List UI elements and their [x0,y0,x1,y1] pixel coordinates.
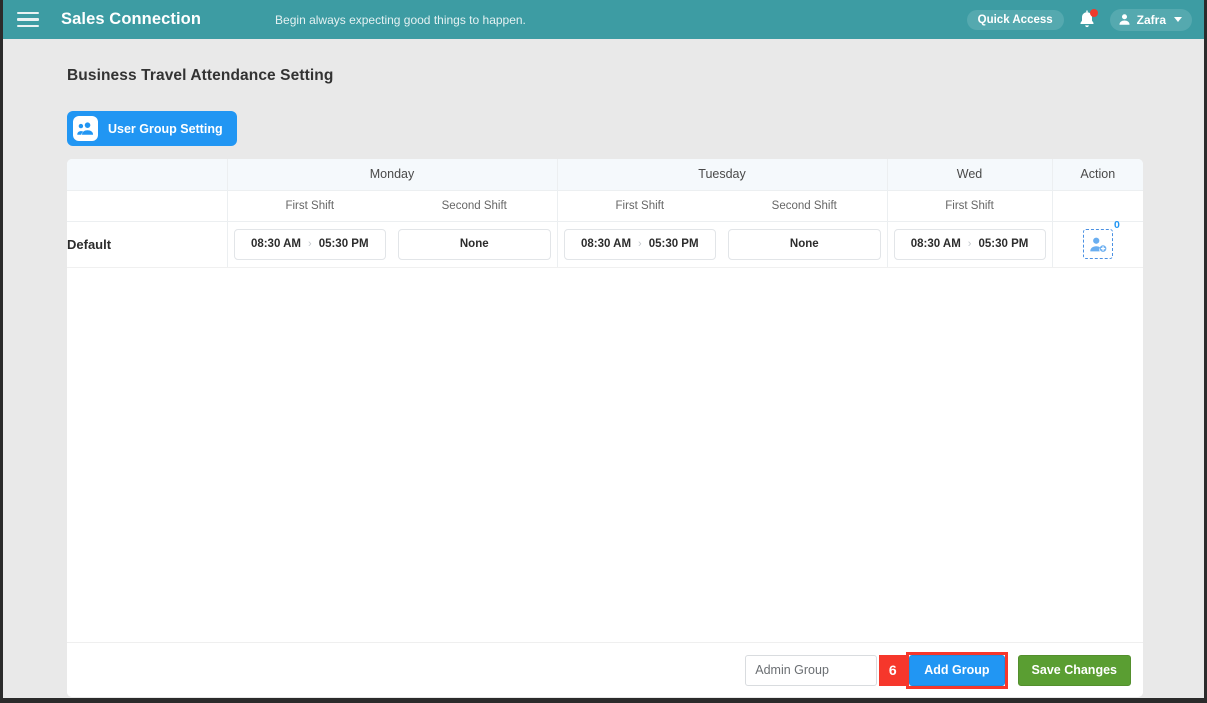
page-title: Business Travel Attendance Setting [67,67,334,84]
person-icon [1119,14,1130,25]
range-separator-icon: › [308,238,312,250]
time-range-box[interactable]: 08:30 AM › 05:30 PM [233,228,386,260]
top-navigation-bar: Sales Connection Begin always expecting … [3,0,1204,39]
hamburger-icon[interactable] [17,11,39,29]
time-range-box[interactable]: 08:30 AM › 05:30 PM [563,228,717,260]
quick-access-button[interactable]: Quick Access [966,9,1064,30]
table-day-header-row: Monday Tuesday Wed Action [67,159,1143,191]
shift-header-tue-first: First Shift [556,190,723,222]
time-none-box[interactable]: None [398,228,551,260]
page-content: Business Travel Attendance Setting User … [3,39,1204,698]
day-header-wednesday: Wed [886,159,1053,191]
step-marker-badge: 6 [879,654,907,686]
range-separator-icon: › [638,238,642,250]
day-header-action: Action [1051,159,1143,191]
day-header-blank [67,159,227,191]
save-changes-button[interactable]: Save Changes [1017,654,1131,686]
shift-header-blank [67,190,227,222]
shift-cell-tue-first[interactable]: 08:30 AM › 05:30 PM [556,221,723,268]
hamburger-line [17,24,39,28]
shift-header-wed-first: First Shift [886,190,1053,222]
shift-cell-wed-first[interactable]: 08:30 AM › 05:30 PM [886,221,1053,268]
assigned-user-count: 0 [1113,219,1120,231]
table-row: Default 08:30 AM › 05:30 PM None 08:30 A… [67,219,1143,268]
time-none-box[interactable]: None [728,228,881,260]
add-group-annotation-highlight: Add Group [906,651,1008,689]
shift-cell-mon-second[interactable]: None [392,221,558,268]
table-empty-space [67,267,1143,639]
user-group-setting-label: User Group Setting [108,121,223,136]
user-group-icon [73,116,98,141]
day-header-tuesday: Tuesday [556,159,888,191]
shift-header-mon-first: First Shift [226,190,392,222]
brand-title: Sales Connection [61,10,202,28]
range-separator-icon: › [967,238,972,250]
schedule-card: Monday Tuesday Wed Action First Shift Se… [67,159,1143,697]
shift-header-mon-second: Second Shift [392,190,558,222]
group-name-cell: Default [67,221,227,268]
group-name-input[interactable] [745,654,878,686]
hamburger-line [17,18,39,21]
add-user-icon[interactable]: 0 [1082,219,1120,259]
shift-end-time: 05:30 PM [318,238,369,250]
shift-cell-mon-first[interactable]: 08:30 AM › 05:30 PM [226,221,392,268]
user-group-setting-button[interactable]: User Group Setting [67,111,237,146]
notification-badge-dot [1089,8,1098,17]
shift-start-time: 08:30 AM [580,238,632,250]
hamburger-line [17,11,39,15]
shift-end-time: 05:30 PM [978,238,1029,250]
add-group-button[interactable]: Add Group [909,654,1005,686]
table-filler [67,267,1143,639]
shift-start-time: 08:30 AM [250,238,302,250]
user-name-label: Zafra [1136,12,1166,27]
time-range-box[interactable]: 08:30 AM › 05:30 PM [893,228,1046,260]
chevron-down-icon [1174,17,1182,22]
notification-bell-icon[interactable] [1077,8,1098,31]
topbar-right-group: Quick Access Zafra [966,8,1192,31]
day-header-monday: Monday [226,159,558,191]
user-group-glyph [77,122,94,135]
shift-header-action-blank [1051,190,1143,222]
action-cell: 0 [1051,219,1143,268]
shift-start-time: 08:30 AM [910,238,961,250]
shift-cell-tue-second[interactable]: None [722,221,888,268]
user-profile-menu[interactable]: Zafra [1109,8,1192,31]
shift-end-time: 05:30 PM [648,238,699,250]
card-footer-actions: 6 Add Group Save Changes [67,642,1143,697]
brand-tagline: Begin always expecting good things to ha… [275,12,526,27]
table-shift-header-row: First Shift Second Shift First Shift Sec… [67,190,1143,222]
attendance-schedule-table: Monday Tuesday Wed Action First Shift Se… [67,159,1143,639]
shift-header-tue-second: Second Shift [722,190,888,222]
app-viewport: Sales Connection Begin always expecting … [0,0,1207,703]
add-user-glyph [1090,237,1107,252]
